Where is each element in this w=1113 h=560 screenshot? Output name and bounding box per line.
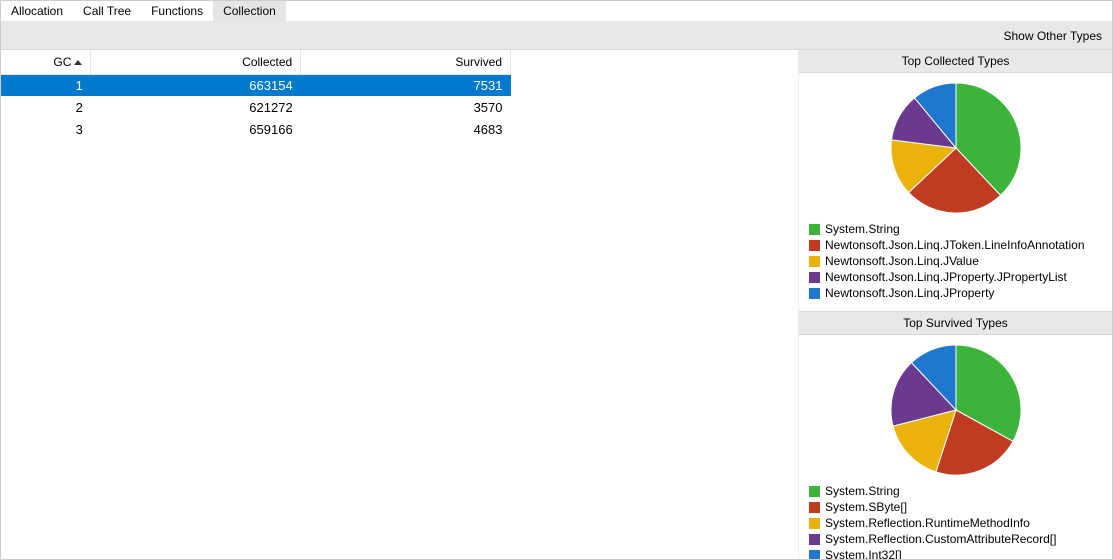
legend-swatch — [809, 518, 820, 529]
cell-collected: 659166 — [91, 118, 301, 140]
gc-table-pane: GC Collected Survived 166315475312621272… — [1, 50, 798, 559]
pie-chart-survived — [799, 335, 1112, 481]
cell-collected: 663154 — [91, 74, 301, 96]
legend-swatch — [809, 288, 820, 299]
legend-label: System.String — [825, 221, 900, 237]
toolbar: Show Other Types — [1, 22, 1112, 50]
legend-label: Newtonsoft.Json.Linq.JToken.LineInfoAnno… — [825, 237, 1085, 253]
legend-label: System.Reflection.RuntimeMethodInfo — [825, 515, 1030, 531]
legend-item: System.Reflection.CustomAttributeRecord[… — [809, 531, 1112, 547]
panel-title-survived: Top Survived Types — [799, 311, 1112, 335]
legend-survived: System.StringSystem.SByte[]System.Reflec… — [799, 481, 1112, 559]
legend-label: Newtonsoft.Json.Linq.JProperty — [825, 285, 994, 301]
column-header-collected[interactable]: Collected — [91, 50, 301, 74]
legend-label: Newtonsoft.Json.Linq.JValue — [825, 253, 979, 269]
sort-asc-icon — [74, 60, 82, 65]
legend-label: System.Reflection.CustomAttributeRecord[… — [825, 531, 1056, 547]
table-row[interactable]: 36591664683 — [1, 118, 511, 140]
column-header-gc-label: GC — [53, 55, 71, 69]
legend-item: System.String — [809, 483, 1112, 499]
cell-gc: 1 — [1, 74, 91, 96]
legend-label: Newtonsoft.Json.Linq.JProperty.JProperty… — [825, 269, 1067, 285]
tabs-bar: AllocationCall TreeFunctionsCollection — [1, 1, 1112, 22]
cell-gc: 2 — [1, 96, 91, 118]
tab-call-tree[interactable]: Call Tree — [73, 1, 141, 21]
legend-swatch — [809, 502, 820, 513]
legend-swatch — [809, 272, 820, 283]
table-row[interactable]: 26212723570 — [1, 96, 511, 118]
legend-label: System.String — [825, 483, 900, 499]
column-header-survived[interactable]: Survived — [301, 50, 511, 74]
cell-survived: 4683 — [301, 118, 511, 140]
cell-collected: 621272 — [91, 96, 301, 118]
tab-allocation[interactable]: Allocation — [1, 1, 73, 21]
column-header-gc[interactable]: GC — [1, 50, 91, 74]
legend-label: System.Int32[] — [825, 547, 902, 559]
legend-item: Newtonsoft.Json.Linq.JProperty — [809, 285, 1112, 301]
cell-survived: 3570 — [301, 96, 511, 118]
tab-functions[interactable]: Functions — [141, 1, 213, 21]
legend-item: System.SByte[] — [809, 499, 1112, 515]
legend-item: System.String — [809, 221, 1112, 237]
legend-swatch — [809, 550, 820, 560]
show-other-types-link[interactable]: Show Other Types — [1004, 29, 1103, 43]
table-row[interactable]: 16631547531 — [1, 74, 511, 96]
pie-chart-collected — [799, 73, 1112, 219]
legend-label: System.SByte[] — [825, 499, 907, 515]
gc-table[interactable]: GC Collected Survived 166315475312621272… — [1, 50, 511, 140]
legend-item: System.Int32[] — [809, 547, 1112, 559]
legend-swatch — [809, 224, 820, 235]
legend-swatch — [809, 240, 820, 251]
legend-item: Newtonsoft.Json.Linq.JValue — [809, 253, 1112, 269]
tab-collection[interactable]: Collection — [213, 1, 286, 21]
legend-item: Newtonsoft.Json.Linq.JToken.LineInfoAnno… — [809, 237, 1112, 253]
legend-collected: System.StringNewtonsoft.Json.Linq.JToken… — [799, 219, 1112, 311]
legend-swatch — [809, 256, 820, 267]
legend-item: Newtonsoft.Json.Linq.JProperty.JProperty… — [809, 269, 1112, 285]
legend-swatch — [809, 534, 820, 545]
panel-title-collected: Top Collected Types — [799, 50, 1112, 73]
cell-gc: 3 — [1, 118, 91, 140]
cell-survived: 7531 — [301, 74, 511, 96]
legend-swatch — [809, 486, 820, 497]
charts-pane: Top Collected TypesSystem.StringNewtonso… — [798, 50, 1112, 559]
legend-item: System.Reflection.RuntimeMethodInfo — [809, 515, 1112, 531]
